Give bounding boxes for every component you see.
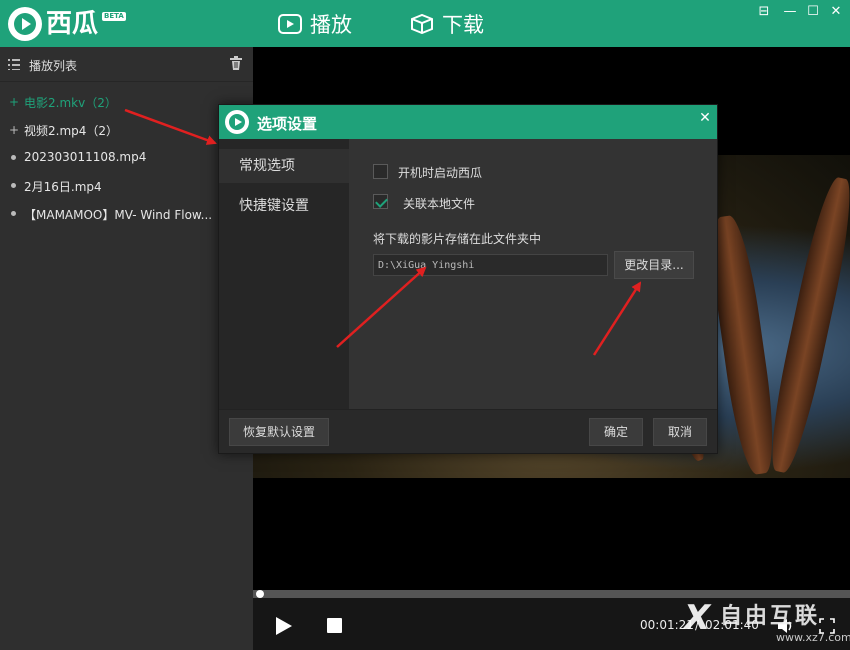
playlist-title: 播放列表 <box>29 59 78 73</box>
close-button[interactable]: ✕ <box>829 5 843 19</box>
ok-button[interactable]: 确定 <box>589 418 643 446</box>
title-bar: 西瓜 BETA 播放 下载 ⊟ — ☐ ✕ <box>0 0 850 47</box>
dialog-footer: 恢复默认设置 确定 取消 <box>219 409 717 453</box>
playlist-item[interactable]: 【MAMAMOO】MV- Wind Flow... <box>0 200 253 228</box>
restore-defaults-button[interactable]: 恢复默认设置 <box>229 418 329 446</box>
nav-play-label: 播放 <box>310 12 352 37</box>
playlist-item[interactable]: 2月16日.mp4 <box>0 172 253 200</box>
playlist-item[interactable]: + 电影2.mkv（2） <box>0 88 253 116</box>
expand-plus-icon[interactable]: + <box>9 123 19 137</box>
maximize-button[interactable]: ☐ <box>806 5 820 19</box>
playlist-item-label: 视频2.mp4（2） <box>24 124 119 138</box>
watermark-mark: X <box>684 598 711 638</box>
playlist-item-label: 【MAMAMOO】MV- Wind Flow... <box>24 208 213 222</box>
playlist-item-label: 电影2.mkv（2） <box>24 96 117 110</box>
tree-trunk <box>762 174 850 476</box>
stop-icon[interactable] <box>327 618 342 633</box>
window-menu-button[interactable]: ⊟ <box>757 5 771 19</box>
options-dialog: 选项设置 ✕ 常规选项 快捷键设置 开机时启动西瓜 关联本地文件 将下载的影片存… <box>218 104 718 454</box>
expand-plus-icon[interactable]: + <box>9 95 19 109</box>
watermark-url: www.xz7.com <box>776 631 850 644</box>
play-icon[interactable] <box>276 617 292 635</box>
playlist-sidebar: 播放列表 + 电影2.mkv（2） + 视频2.mp4（2） 202303011… <box>0 47 253 650</box>
list-icon <box>8 59 20 70</box>
playlist-item-label: 2月16日.mp4 <box>24 180 102 194</box>
beta-badge: BETA <box>102 12 126 21</box>
nav-download-label: 下载 <box>442 12 484 37</box>
trash-icon[interactable] <box>229 56 243 70</box>
dialog-title-bar: 选项设置 ✕ <box>219 105 717 139</box>
xigua-logo-icon <box>8 7 42 41</box>
download-folder-input[interactable] <box>373 254 608 276</box>
startup-label: 开机时启动西瓜 <box>398 166 483 180</box>
change-folder-button[interactable]: 更改目录... <box>614 251 694 279</box>
dialog-title: 选项设置 <box>257 115 318 133</box>
watermark: X 自由互联 www.xz7.com <box>684 596 850 650</box>
nav-play-tab[interactable]: 播放 <box>278 0 352 47</box>
playlist-header: 播放列表 <box>0 47 253 82</box>
dialog-close-icon[interactable]: ✕ <box>697 110 713 126</box>
startup-checkbox[interactable] <box>373 164 388 179</box>
bullet-dot-icon <box>11 211 16 216</box>
cancel-button[interactable]: 取消 <box>653 418 707 446</box>
xigua-logo-icon <box>225 110 249 134</box>
minimize-button[interactable]: — <box>783 5 797 19</box>
bullet-dot-icon <box>11 183 16 188</box>
tab-general-options[interactable]: 常规选项 <box>219 149 349 183</box>
associate-files-checkbox[interactable] <box>373 194 388 209</box>
playlist-item[interactable]: + 视频2.mp4（2） <box>0 116 253 144</box>
play-tab-icon <box>278 13 302 34</box>
playlist-item-label: 202303011108.mp4 <box>24 150 147 164</box>
progress-knob[interactable] <box>256 590 264 598</box>
download-box-icon <box>411 13 433 34</box>
associate-files-label: 关联本地文件 <box>403 197 476 211</box>
tab-shortcut-settings[interactable]: 快捷键设置 <box>219 189 349 223</box>
watermark-text: 自由互联 <box>720 604 821 629</box>
download-folder-label: 将下载的影片存储在此文件夹中 <box>373 232 542 246</box>
app-name: 西瓜 <box>46 9 99 39</box>
bullet-dot-icon <box>11 155 16 160</box>
playlist-item[interactable]: 202303011108.mp4 <box>0 144 253 172</box>
dialog-tab-list: 常规选项 快捷键设置 <box>219 139 349 409</box>
nav-download-tab[interactable]: 下载 <box>410 0 484 47</box>
